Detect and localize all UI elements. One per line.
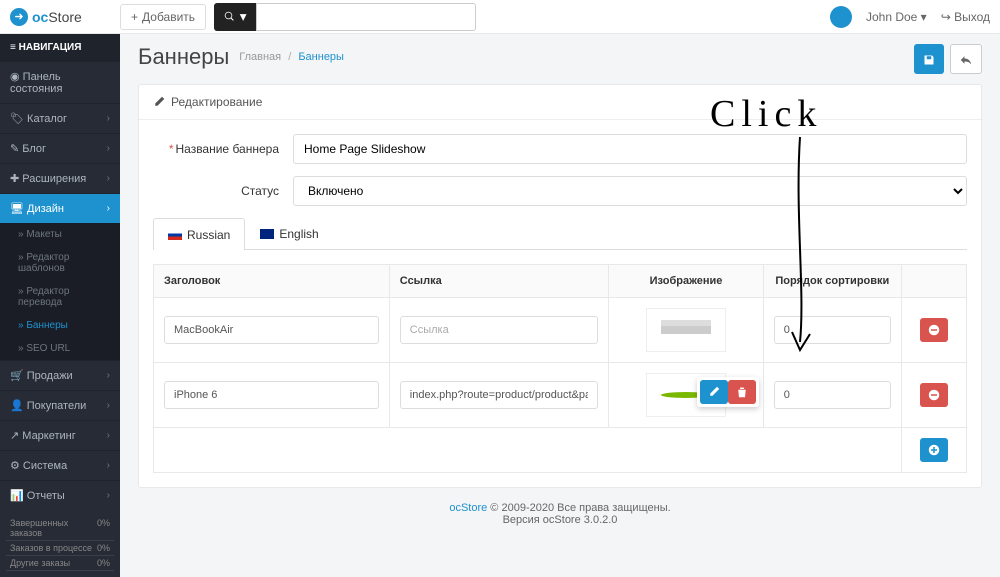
banner-name-input[interactable] [293,134,967,164]
save-button[interactable] [914,44,944,74]
sidebar-footer: Завершенных заказов0% Заказов в процессе… [0,510,120,577]
chevron-right-icon: › [107,430,110,441]
col-title: Заголовок [154,265,390,298]
image-popover [697,377,759,407]
chevron-right-icon: › [107,490,110,501]
chevron-right-icon: › [107,173,110,184]
user-name: John Doe [866,10,917,24]
image-edit-button[interactable] [700,380,728,404]
sidebar-item-dashboard[interactable]: ◉ Панель состояния [0,61,120,103]
flag-ru-icon [168,230,182,240]
status-label: Статус [153,184,293,198]
crumb-current[interactable]: Баннеры [298,51,344,63]
tab-english[interactable]: English [245,218,333,249]
nav-header: ≡ НАВИГАЦИЯ [0,34,120,61]
chevron-right-icon: › [107,460,110,471]
row-sort-input[interactable] [774,381,891,409]
brand-oc: oc [32,9,48,25]
trash-icon [736,386,748,398]
sidebar-item-blog[interactable]: ✎ Блог› [0,133,120,163]
row-link-input[interactable] [400,316,599,344]
user-menu[interactable]: John Doe ▾ [866,10,927,24]
banner-table: Заголовок Ссылка Изображение Порядок сор… [153,264,967,473]
edit-panel: Редактирование *Название баннера Статус … [138,84,982,488]
row-add-button[interactable] [920,438,948,462]
table-row-footer [154,428,967,473]
footer-version: Версия ocStore 3.0.2.0 [503,514,618,526]
sidebar-sub-lang-editor[interactable]: » Редактор перевода [0,280,120,314]
chevron-right-icon: › [107,400,110,411]
pencil-icon [153,96,165,108]
pencil-icon [708,386,720,398]
back-button[interactable] [950,44,982,74]
col-image: Изображение [609,265,763,298]
row-title-input[interactable] [164,316,379,344]
sidebar-item-design[interactable]: 🖥 Дизайн› [0,193,120,223]
sidebar-item-system[interactable]: ⚙ Система› [0,450,120,480]
chevron-right-icon: › [107,113,110,124]
chevron-right-icon: › [107,143,110,154]
search-button[interactable]: ▾ [214,3,256,31]
logout-label: Выход [954,10,990,24]
crumb-home[interactable]: Главная [239,51,281,63]
minus-circle-icon [928,324,940,336]
row-remove-button[interactable] [920,383,948,407]
sidebar-sub-theme-editor[interactable]: » Редактор шаблонов [0,246,120,280]
brand-store: Store [48,9,81,25]
tab-russian[interactable]: Russian [153,218,245,250]
sidebar-sub-layouts[interactable]: » Макеты [0,223,120,246]
plus-icon: + [131,10,138,24]
row-image-thumb[interactable] [646,308,726,352]
banner-name-label: *Название баннера [153,142,293,156]
sidebar-item-marketing[interactable]: ↗ Маркетинг› [0,420,120,450]
logo[interactable]: ➜ ocStore [10,8,120,26]
sidebar-item-customers[interactable]: 👤 Покупатели› [0,390,120,420]
avatar[interactable] [830,6,852,28]
plus-circle-icon [928,444,940,456]
table-row [154,298,967,363]
col-sort: Порядок сортировки [763,265,901,298]
table-row [154,363,967,428]
topbar: ➜ ocStore + Добавить ▾ John Doe ▾ ↪ Выход [0,0,1000,34]
col-link: Ссылка [389,265,609,298]
save-icon [923,54,935,66]
page-header: Баннеры Главная / Баннеры [138,44,982,70]
image-delete-button[interactable] [728,380,756,404]
lang-tabs: Russian English [153,218,967,250]
sidebar-item-reports[interactable]: 📊 Отчеты› [0,480,120,510]
topbar-right: John Doe ▾ ↪ Выход [830,6,990,28]
add-label: Добавить [142,10,195,24]
sidebar-sub-seo[interactable]: » SEO URL [0,337,120,360]
reply-icon [960,54,972,66]
search-icon [224,11,236,23]
search-group: ▾ [214,3,476,31]
chevron-right-icon: › [107,370,110,381]
chevron-right-icon: › [107,203,110,214]
breadcrumb: Главная / Баннеры [239,51,344,63]
page-title: Баннеры [138,44,229,70]
panel-body: *Название баннера Статус Включено Russia… [139,120,981,487]
content: Баннеры Главная / Баннеры Редактирование… [120,34,1000,577]
logo-icon: ➜ [10,8,28,26]
row-sort-input[interactable] [774,316,891,344]
sidebar-item-catalog[interactable]: 🏷 Каталог› [0,103,120,133]
sidebar: ≡ НАВИГАЦИЯ ◉ Панель состояния 🏷 Каталог… [0,34,120,577]
sidebar-sub-banners[interactable]: » Баннеры [0,314,120,337]
sidebar-item-sales[interactable]: 🛒 Продажи› [0,360,120,390]
logout-link[interactable]: ↪ Выход [941,10,990,24]
sidebar-item-extensions[interactable]: ✚ Расширения› [0,163,120,193]
minus-circle-icon [928,389,940,401]
row-title-input[interactable] [164,381,379,409]
row-link-input[interactable] [400,381,599,409]
add-button[interactable]: + Добавить [120,4,206,30]
status-select[interactable]: Включено [293,176,967,206]
panel-heading: Редактирование [139,85,981,120]
header-actions [914,44,982,74]
footer: ocStore © 2009-2020 Все права защищены. … [138,488,982,540]
row-remove-button[interactable] [920,318,948,342]
search-input[interactable] [256,3,476,31]
flag-en-icon [260,229,274,239]
footer-brand[interactable]: ocStore [449,502,487,514]
